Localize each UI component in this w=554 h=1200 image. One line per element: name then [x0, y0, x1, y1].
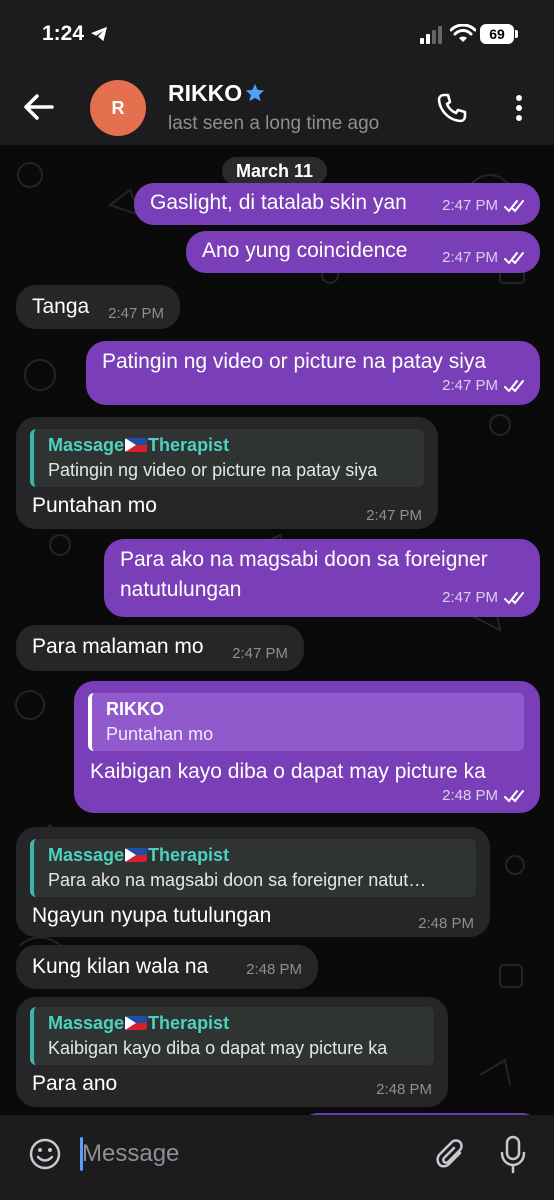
- reply-sender-part: Therapist: [148, 435, 230, 455]
- message-time: 2:47 PM: [442, 249, 498, 266]
- message-meta: 2:47 PM: [442, 249, 528, 266]
- message-time: 2:47 PM: [366, 507, 422, 524]
- message-time: 2:47 PM: [232, 645, 288, 662]
- message-meta: 2:48 PM: [376, 1081, 432, 1098]
- reply-quote[interactable]: RIKKO Puntahan mo: [88, 693, 524, 751]
- message-meta: 2:48 PM: [442, 787, 528, 804]
- message-text-line: Para ako na magsabi doon sa foreigner: [120, 548, 488, 571]
- double-check-icon: [504, 251, 524, 264]
- message-meta: 2:47 PM: [232, 645, 288, 662]
- philippines-flag-icon: [125, 848, 148, 862]
- message-meta: 2:47 PM: [366, 507, 422, 524]
- last-seen-status: last seen a long time ago: [168, 113, 380, 134]
- message-meta: 2:47 PM: [442, 377, 528, 394]
- phone-icon[interactable]: [436, 92, 468, 124]
- message-text: Para ano: [32, 1072, 118, 1095]
- double-check-icon: [504, 789, 524, 802]
- reply-text: Para ako na magsabi doon sa foreigner na…: [48, 870, 427, 890]
- signal-icon: [420, 26, 442, 44]
- more-vert-icon[interactable]: [508, 92, 530, 124]
- incoming-message[interactable]: Para malaman mo 2:47 PM: [16, 625, 304, 671]
- message-time: 2:47 PM: [442, 589, 498, 606]
- reply-text: Patingin ng video or picture na patay si…: [48, 460, 378, 480]
- message-composer: [0, 1115, 554, 1200]
- incoming-message[interactable]: Tanga 2:47 PM: [16, 285, 180, 329]
- reply-sender: Massage Therapist: [48, 843, 476, 867]
- status-time: 1:24: [42, 22, 85, 45]
- message-time: 2:47 PM: [442, 197, 498, 214]
- philippines-flag-icon: [125, 1016, 148, 1030]
- chat-header: R RIKKO last seen a long time ago: [0, 70, 554, 145]
- reply-sender-part: Massage: [48, 435, 125, 455]
- message-time: 2:48 PM: [418, 915, 474, 932]
- message-time: 2:47 PM: [108, 305, 164, 322]
- message-time: 2:48 PM: [246, 961, 302, 978]
- reply-sender-part: Therapist: [148, 1013, 230, 1033]
- message-list[interactable]: March 11 Gaslight, di tatalab skin yan 2…: [0, 145, 554, 1115]
- message-text: Puntahan mo: [32, 494, 157, 517]
- outgoing-message[interactable]: Gaslight, di tatalab skin yan 2:47 PM: [134, 183, 540, 225]
- back-arrow-icon[interactable]: [22, 92, 56, 122]
- avatar[interactable]: R: [90, 80, 146, 136]
- message-text: Patingin ng video or picture na patay si…: [102, 350, 487, 373]
- mic-icon[interactable]: [498, 1135, 528, 1175]
- reply-text: Kaibigan kayo diba o dapat may picture k…: [48, 1038, 388, 1058]
- reply-sender: Massage Therapist: [48, 1011, 434, 1035]
- message-meta: 2:48 PM: [418, 915, 474, 932]
- star-icon: [245, 83, 265, 102]
- philippines-flag-icon: [125, 438, 148, 452]
- message-text: Ngayun nyupa tutulungan: [32, 904, 272, 927]
- message-text: Kaibigan kayo diba o dapat may picture k…: [90, 760, 486, 783]
- message-time: 2:48 PM: [442, 787, 498, 804]
- double-check-icon: [504, 379, 524, 392]
- status-bar: 1:24 69: [0, 0, 554, 70]
- reply-text: Puntahan mo: [106, 724, 214, 744]
- outgoing-message[interactable]: Patingin ng video or picture na patay si…: [86, 341, 540, 405]
- incoming-message[interactable]: Kung kilan wala na 2:48 PM: [16, 945, 318, 989]
- outgoing-message[interactable]: Ano yung coincidence 2:47 PM: [186, 231, 540, 273]
- message-meta: 2:47 PM: [108, 305, 164, 322]
- reply-quote[interactable]: Massage Therapist Kaibigan kayo diba o da…: [30, 1007, 434, 1065]
- double-check-icon: [504, 199, 524, 212]
- reply-sender-part: Therapist: [148, 845, 230, 865]
- message-meta: 2:47 PM: [442, 197, 528, 214]
- incoming-message[interactable]: Massage Therapist Patingin ng video or pi…: [16, 417, 438, 529]
- paperclip-icon[interactable]: [434, 1137, 468, 1173]
- telegram-icon: [91, 26, 107, 42]
- reply-sender-part: Massage: [48, 1013, 125, 1033]
- message-time: 2:48 PM: [376, 1081, 432, 1098]
- battery-indicator: 69: [480, 24, 518, 44]
- date-separator: March 11: [222, 157, 328, 185]
- message-time: 2:47 PM: [442, 377, 498, 394]
- contact-name[interactable]: RIKKO: [168, 80, 242, 107]
- reply-sender-part: Massage: [48, 845, 125, 865]
- double-check-icon: [504, 591, 524, 604]
- reply-quote[interactable]: Massage Therapist Para ako na magsabi doo…: [30, 839, 476, 897]
- incoming-message[interactable]: Massage Therapist Para ako na magsabi doo…: [16, 827, 490, 937]
- message-input[interactable]: [82, 1135, 412, 1173]
- reply-sender: Massage Therapist: [48, 433, 424, 457]
- wifi-icon: [450, 24, 476, 42]
- outgoing-message[interactable]: Para ako na magsabi doon sa foreigner na…: [104, 539, 540, 617]
- emoji-icon[interactable]: [28, 1137, 62, 1171]
- message-meta: 2:47 PM: [442, 589, 528, 606]
- outgoing-message[interactable]: RIKKO Puntahan mo Kaibigan kayo diba o d…: [74, 681, 540, 813]
- reply-sender: RIKKO: [106, 699, 164, 719]
- reply-quote[interactable]: Massage Therapist Patingin ng video or pi…: [30, 429, 424, 487]
- message-meta: 2:48 PM: [246, 961, 302, 978]
- incoming-message[interactable]: Massage Therapist Kaibigan kayo diba o da…: [16, 997, 448, 1107]
